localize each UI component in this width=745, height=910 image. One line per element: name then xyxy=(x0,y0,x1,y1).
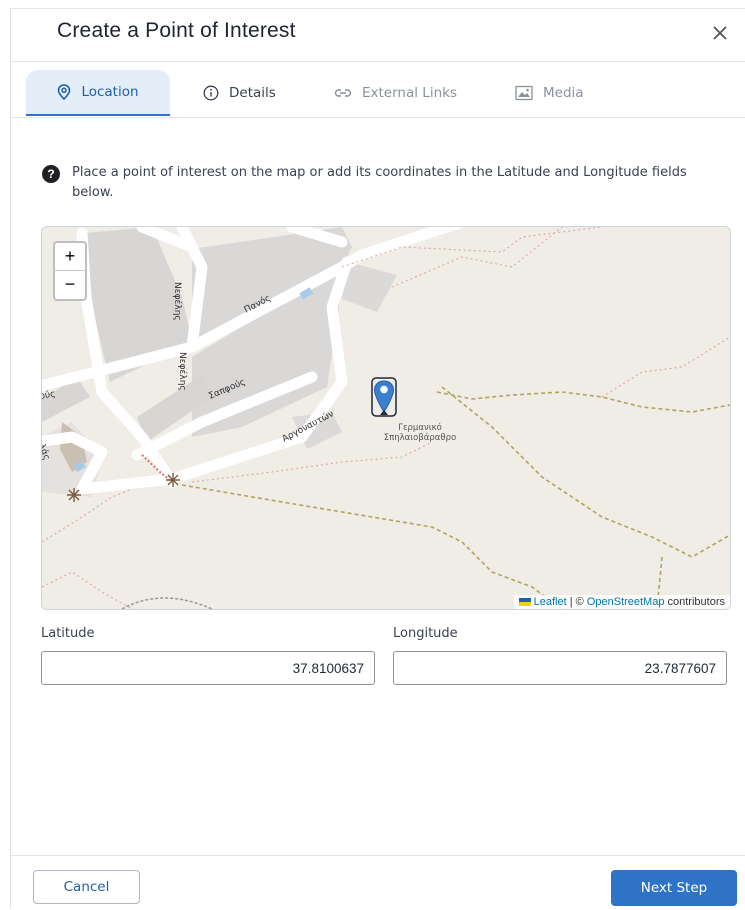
tab-location[interactable]: Location xyxy=(26,70,170,116)
longitude-label: Longitude xyxy=(393,626,458,641)
street-label-nefelis-1: Νεφέλης xyxy=(172,282,183,321)
ukraine-flag-icon xyxy=(518,598,531,607)
tab-details[interactable]: Details xyxy=(203,70,276,116)
image-icon xyxy=(515,85,533,101)
tab-external-links[interactable]: External Links xyxy=(334,70,457,116)
location-map[interactable]: Νεφέλης Νεφέλης Πανός Σαπφούς Αργοναυτών… xyxy=(41,226,731,610)
location-help: ? Place a point of interest on the map o… xyxy=(42,163,702,203)
create-poi-dialog: Create a Point of Interest Location Deta… xyxy=(10,8,745,909)
info-icon xyxy=(203,85,219,101)
tab-media-label: Media xyxy=(543,85,584,101)
cancel-button[interactable]: Cancel xyxy=(33,870,140,904)
zoom-in-button[interactable]: + xyxy=(55,243,85,271)
poi-map-label: Γερμανικό Σπηλαιοβάραθρο xyxy=(360,423,480,443)
tab-details-label: Details xyxy=(229,85,276,101)
leaflet-link[interactable]: Leaflet xyxy=(534,596,567,608)
attribution-contributors: contributors xyxy=(667,596,725,608)
step-tabs: Location Details External Links Media xyxy=(11,62,745,118)
dialog-title: Create a Point of Interest xyxy=(57,19,296,42)
poi-label-line2: Σπηλαιοβάραθρο xyxy=(383,433,457,443)
question-icon: ? xyxy=(42,165,60,183)
next-step-button[interactable]: Next Step xyxy=(611,870,737,906)
map-marker-icon[interactable] xyxy=(371,377,399,419)
poi-label-line1: Γερμανικό xyxy=(398,423,442,433)
tab-external-links-label: External Links xyxy=(362,85,457,101)
map-pin-icon xyxy=(58,84,71,100)
dialog-footer: Cancel Next Step xyxy=(11,855,745,910)
latitude-input[interactable] xyxy=(41,651,375,685)
help-text: Place a point of interest on the map or … xyxy=(72,165,687,200)
osm-link[interactable]: OpenStreetMap xyxy=(587,596,665,608)
zoom-control: + − xyxy=(53,241,87,301)
map-attribution: Leaflet | © OpenStreetMap contributors xyxy=(513,595,730,609)
dialog-header: Create a Point of Interest xyxy=(11,9,745,62)
tab-media[interactable]: Media xyxy=(515,70,584,116)
attribution-sep: | © xyxy=(569,596,584,608)
zoom-out-button[interactable]: − xyxy=(55,271,85,298)
street-label-nefelis-2: Νεφέλης xyxy=(177,352,188,391)
close-icon[interactable] xyxy=(708,21,732,45)
longitude-input[interactable] xyxy=(393,651,727,685)
latitude-label: Latitude xyxy=(41,626,95,641)
tab-location-label: Location xyxy=(81,84,139,100)
link-icon xyxy=(334,89,352,97)
